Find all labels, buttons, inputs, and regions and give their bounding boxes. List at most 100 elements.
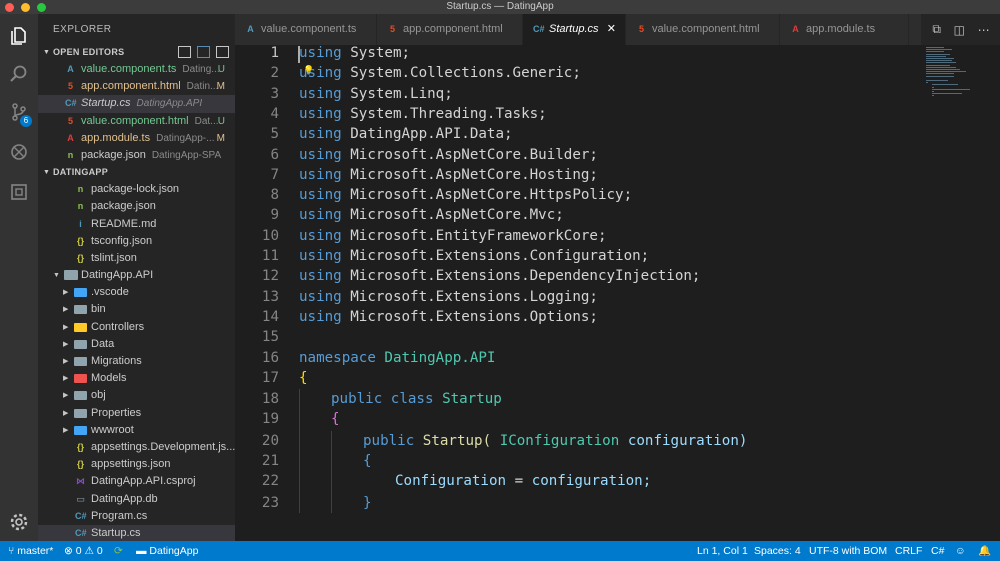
- tree-item[interactable]: {} tsconfig.json: [38, 233, 235, 250]
- save-all-icon[interactable]: [197, 46, 210, 58]
- folder-icon: [74, 391, 87, 401]
- folder-icon: [74, 425, 87, 435]
- tree-folder[interactable]: ▶ Migrations: [38, 353, 235, 370]
- tree-folder[interactable]: ▶ Properties: [38, 405, 235, 422]
- open-editor-item[interactable]: n package.json DatingApp-SPA: [38, 147, 235, 164]
- line-number: 22: [261, 473, 279, 490]
- tree-item[interactable]: {} tslint.json: [38, 250, 235, 267]
- feedback-icon[interactable]: ☺: [955, 541, 966, 561]
- tab-app-component-html[interactable]: 5 app.component.html: [377, 14, 523, 45]
- code-line: 16 namespace DatingApp.API: [235, 348, 925, 368]
- code-token: Configuration: [395, 473, 507, 490]
- tree-item[interactable]: {} appsettings.json: [38, 456, 235, 473]
- folder-icon: [74, 357, 87, 366]
- tree-folder[interactable]: ▶ .vscode: [38, 284, 235, 301]
- folder-icon: [74, 288, 87, 298]
- tree-item[interactable]: C# Startup.cs: [38, 524, 235, 541]
- tree-folder[interactable]: ▶ obj: [38, 387, 235, 404]
- file-name: app.component.html: [81, 80, 181, 93]
- tree-folder[interactable]: ▶ wwwroot: [38, 422, 235, 439]
- file-path-description: DatingApp-SPA: [151, 149, 222, 161]
- file-name: value.component.ts: [81, 63, 177, 75]
- tab-value-component-html[interactable]: 5 value.component.html: [626, 14, 780, 45]
- open-editor-item[interactable]: Aapp.module.ts DatingApp-... M: [38, 130, 235, 147]
- tree-folder[interactable]: ▶ Data: [38, 336, 235, 353]
- line-number: 13: [261, 288, 279, 305]
- lightbulb-icon[interactable]: 💡: [303, 65, 314, 76]
- cursor-position[interactable]: Ln 1, Col 1: [697, 541, 748, 561]
- extensions-icon[interactable]: [7, 180, 31, 204]
- tree-item[interactable]: C# Program.cs: [38, 508, 235, 525]
- code-editor[interactable]: 1 using System; 2 using System.Collections.…: [235, 45, 1000, 541]
- code-line: 19 {: [235, 409, 925, 429]
- git-status-badge: U: [217, 115, 225, 127]
- file-type-icon: A: [792, 24, 799, 34]
- minimap[interactable]: [926, 45, 986, 145]
- notifications-bell-icon[interactable]: 🔔: [978, 541, 991, 561]
- settings-gear-icon[interactable]: [7, 510, 31, 534]
- tree-item[interactable]: n package-lock.json: [38, 181, 235, 198]
- code-text: using System.Collections.Generic;: [299, 63, 581, 83]
- open-editors-header[interactable]: ▼ OPEN EDITORS: [38, 44, 235, 61]
- git-status-badge: M: [216, 132, 225, 144]
- split-editor-icon[interactable]: ◫: [954, 23, 965, 37]
- tree-folder-api[interactable]: ▼ DatingApp.API: [38, 267, 235, 284]
- sync-icon[interactable]: ⟳: [114, 541, 123, 561]
- minimap-line: [926, 73, 954, 75]
- open-editor-item[interactable]: C# Startup.cs DatingApp.API: [38, 95, 235, 113]
- code-token: using: [299, 126, 342, 143]
- problems-indicator[interactable]: ⊗ 0 ⚠ 0: [64, 541, 103, 561]
- tree-folder[interactable]: ▶ Models: [38, 370, 235, 387]
- code-line: 20 public Startup( IConfiguration configu…: [235, 431, 925, 451]
- code-text: public Startup( IConfiguration configura…: [363, 431, 747, 451]
- code-token: using: [299, 187, 342, 204]
- open-editor-item[interactable]: 5 app.component.html Datin... M: [38, 78, 235, 95]
- debug-icon[interactable]: [7, 140, 31, 164]
- tree-item[interactable]: n package.json: [38, 198, 235, 215]
- more-actions-icon[interactable]: ⋯: [978, 23, 990, 37]
- code-token: System.Threading.Tasks;: [350, 105, 547, 122]
- code-line: 13 using Microsoft.Extensions.Logging;: [235, 287, 925, 307]
- file-type-icon: n: [77, 184, 84, 195]
- tab-startup-cs[interactable]: C# Startup.cs ✕: [523, 14, 626, 45]
- tree-item[interactable]: ⋈ DatingApp.API.csproj: [38, 473, 235, 490]
- line-ending[interactable]: CRLF: [895, 541, 922, 561]
- folder-icon: [74, 305, 87, 315]
- tab-value-component-ts[interactable]: Avalue.component.ts: [235, 14, 377, 45]
- folder-indicator[interactable]: ▬ DatingApp: [136, 541, 198, 561]
- tree-folder[interactable]: ▶ Controllers: [38, 319, 235, 336]
- language-mode[interactable]: C#: [931, 541, 944, 561]
- minimap-line: [932, 88, 970, 90]
- branch-indicator[interactable]: ⑂ master*: [8, 541, 53, 561]
- open-editor-item[interactable]: Avalue.component.ts Dating... U: [38, 61, 235, 78]
- tree-item[interactable]: i README.md: [38, 216, 235, 233]
- project-header[interactable]: ▼ DATINGAPP: [38, 164, 235, 181]
- chevron-right-icon: ▶: [63, 392, 69, 400]
- tab-overflow[interactable]: n: [909, 14, 922, 45]
- close-all-icon[interactable]: [216, 46, 229, 58]
- folder-open-icon: [64, 270, 78, 281]
- folder-icon: [74, 408, 87, 418]
- indentation[interactable]: Spaces: 4: [754, 541, 801, 561]
- code-text: using Microsoft.Extensions.Configuration…: [299, 246, 649, 266]
- open-changes-icon[interactable]: ⧉: [932, 22, 941, 37]
- tree-folder[interactable]: ▶ bin: [38, 301, 235, 318]
- code-token: }: [363, 494, 372, 511]
- encoding[interactable]: UTF-8 with BOM: [809, 541, 887, 561]
- minimap-line: [926, 47, 944, 48]
- explorer-icon[interactable]: [7, 24, 31, 48]
- tree-item[interactable]: ▭ DatingApp.db: [38, 491, 235, 508]
- tree-item[interactable]: {} appsettings.Development.js...: [38, 439, 235, 456]
- code-line: 23}: [235, 493, 925, 513]
- minimap-line: [926, 66, 956, 68]
- new-file-icon[interactable]: [178, 46, 191, 58]
- search-icon[interactable]: [7, 62, 31, 86]
- window-title: Startup.cs — DatingApp: [446, 1, 554, 12]
- open-editor-item[interactable]: 5 value.component.html Dat... U: [38, 113, 235, 130]
- file-type-icon: C#: [533, 24, 545, 34]
- close-tab-icon[interactable]: ✕: [607, 14, 616, 45]
- line-number: 15: [261, 329, 279, 346]
- line-number: 23: [261, 494, 279, 511]
- tab-app-module-ts[interactable]: Aapp.module.ts: [780, 14, 909, 45]
- code-line: 3 using System.Linq;: [235, 84, 925, 104]
